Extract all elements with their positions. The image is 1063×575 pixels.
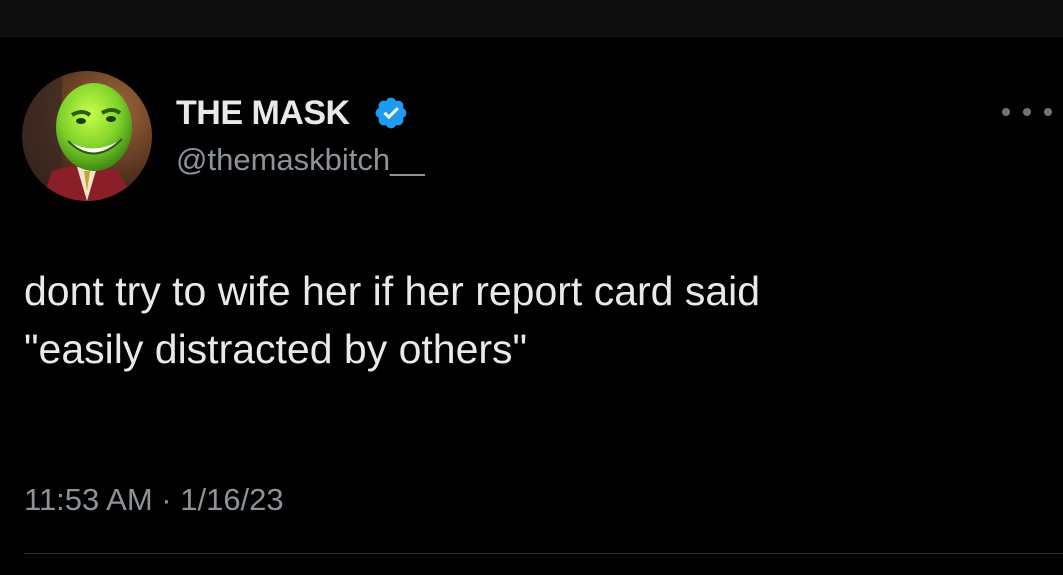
- more-dot: [1023, 108, 1031, 116]
- more-dot: [1002, 108, 1010, 116]
- user-handle[interactable]: @themaskbitch__: [176, 141, 425, 179]
- tweet-text: dont try to wife her if her report card …: [24, 268, 761, 372]
- more-dot: [1044, 108, 1052, 116]
- verified-badge-icon: [373, 95, 409, 131]
- tweet-card: THE MASK @themaskbitch__ dont try to wif…: [0, 37, 1063, 575]
- more-options-icon[interactable]: [1002, 97, 1052, 127]
- avatar[interactable]: [22, 71, 152, 201]
- tweet-timestamp[interactable]: 11:53 AM · 1/16/23: [24, 480, 284, 520]
- divider: [24, 553, 1063, 554]
- display-name[interactable]: THE MASK: [176, 93, 350, 133]
- top-bar: [0, 0, 1063, 36]
